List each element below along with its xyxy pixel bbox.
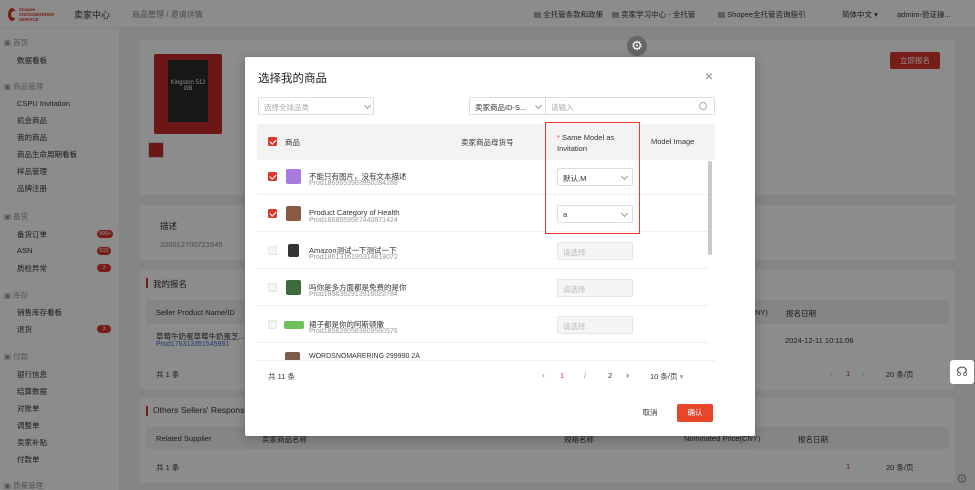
row-divider [257,305,709,306]
total-count: 共 11 条 [268,372,295,381]
table-scrollbar[interactable] [708,161,712,255]
product-thumb [286,169,301,184]
row-checkbox[interactable] [268,320,277,329]
col-product: 商品 [285,138,300,147]
product-id: Prod1861316195314819072 [309,254,398,261]
page-separator: / [584,371,587,380]
same-model-placeholder: 请选择 [563,248,586,257]
table-footer [257,360,715,390]
col-parent-sku: 卖家商品母货号 [461,138,514,147]
settings-gear-icon[interactable]: ⚙ [953,470,971,488]
cancel-button[interactable]: 取消 [637,404,663,422]
row-checkbox[interactable] [268,172,277,181]
product-id: Prod1869653983990284288 [309,180,398,187]
row-divider [257,342,709,343]
highlight-box [545,122,640,234]
product-table-header: 商品 卖家商品母货号 * Same Model as Invitation Mo… [257,124,715,160]
page-size-select[interactable]: 10 条/页 ▾ [650,371,683,382]
product-id: Prod1868559567440871424 [309,217,398,224]
product-id: Prod1856280583809560576 [309,328,398,335]
row-divider [257,231,709,232]
product-thumb [286,206,301,221]
close-icon[interactable]: × [703,69,715,83]
chevron-down-icon [363,101,372,110]
row-checkbox[interactable] [268,246,277,255]
gear-icon[interactable]: ⚙ [627,36,647,56]
same-model-select[interactable]: 请选择 [557,242,633,260]
product-thumb [284,321,304,329]
total-pages: 2 [608,371,613,380]
same-model-select[interactable]: 请选择 [557,316,633,334]
search-icon[interactable] [699,102,707,110]
select-all-checkbox[interactable] [268,137,277,146]
next-page-icon[interactable]: › [626,370,629,380]
modal-title: 选择我的商品 [258,73,327,85]
same-model-select[interactable]: 请选择 [557,279,633,297]
col-model-image: Model Image [651,137,695,146]
search-input[interactable]: 请输入 [545,97,715,115]
search-input-placeholder: 请输入 [551,103,574,112]
app-root: Shopee CROSSBORDER SERVICE 卖家中心 商品管理 / 邀… [0,0,975,490]
row-divider [257,194,709,195]
row-checkbox[interactable] [268,209,277,218]
same-model-placeholder: 请选择 [563,322,586,331]
product-name: WORDSNOMARERING 299990 2A [309,353,420,360]
product-thumb [285,352,300,360]
table-row: WORDSNOMARERING 299990 2A [245,347,715,360]
search-type-value: 卖家商品ID-S... [475,103,527,112]
confirm-button[interactable]: 确认 [677,404,713,422]
chevron-down-icon [534,101,543,110]
prev-page-icon[interactable]: ‹ [542,370,545,380]
search-type-select[interactable]: 卖家商品ID-S... [469,97,545,115]
product-name: Product Category of Health [309,208,400,217]
select-product-modal: 选择我的商品 × 选择全球品类 卖家商品ID-S... 请输入 商品 卖家商品母… [245,57,755,436]
category-select-placeholder: 选择全球品类 [264,103,309,112]
row-checkbox[interactable] [268,283,277,292]
headset-icon[interactable]: ☊ [950,360,974,384]
same-model-placeholder: 请选择 [563,285,586,294]
product-thumb [286,280,301,295]
product-thumb [288,244,299,257]
row-divider [257,268,709,269]
product-id: Prod1856362913916022784 [309,291,398,298]
category-select[interactable]: 选择全球品类 [258,97,374,115]
page-input[interactable]: 1 [560,371,564,380]
